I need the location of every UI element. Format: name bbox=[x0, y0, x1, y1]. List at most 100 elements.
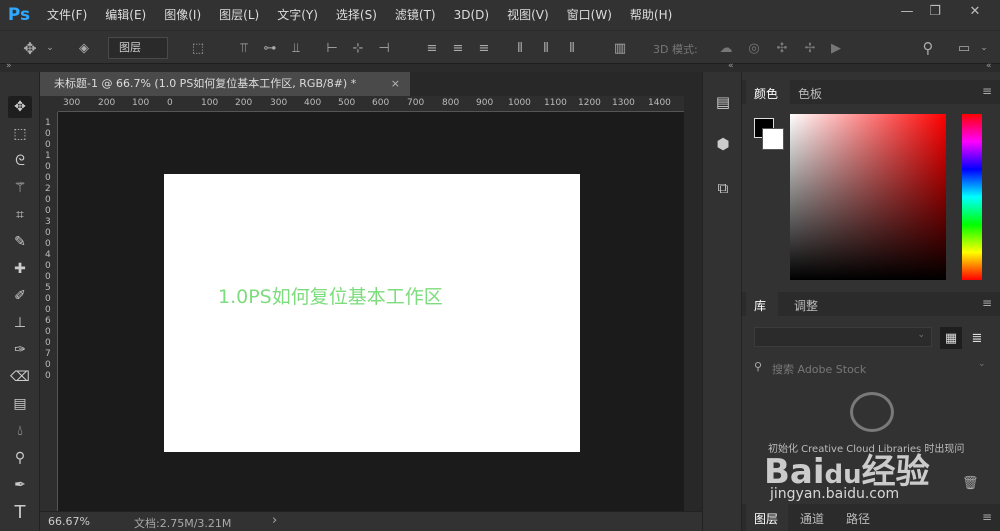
expand-toolbox-icon[interactable]: » bbox=[6, 61, 12, 71]
canvas-text-layer[interactable]: 1.0PS如何复位基本工作区 bbox=[218, 282, 443, 309]
history-panel-icon[interactable]: ▤ bbox=[711, 90, 735, 114]
gradient-tool-icon[interactable]: ▤ bbox=[8, 393, 32, 415]
workspace-chevron-icon[interactable]: ⌄ bbox=[976, 40, 992, 56]
color-field[interactable] bbox=[790, 114, 946, 280]
vertical-ruler[interactable]: 100100200300400500600700 bbox=[40, 112, 58, 511]
eraser-tool-icon[interactable]: ⌫ bbox=[8, 366, 32, 388]
3d-slide-icon[interactable]: ✢ bbox=[802, 40, 818, 56]
menu-edit[interactable]: 编辑(E) bbox=[96, 0, 155, 30]
align-left-icon[interactable]: ⊢ bbox=[324, 40, 340, 56]
library-dropdown[interactable]: ⌄ bbox=[754, 327, 932, 347]
auto-select-icon[interactable]: ◈ bbox=[76, 40, 92, 56]
trash-icon[interactable]: 🗑︎ bbox=[962, 476, 979, 491]
history-brush-tool-icon[interactable]: ✑ bbox=[8, 339, 32, 361]
tab-libraries[interactable]: 库 bbox=[754, 297, 766, 314]
menu-file[interactable]: 文件(F) bbox=[38, 0, 96, 30]
distribute-vcenter-icon[interactable]: ≡ bbox=[450, 40, 466, 56]
document-canvas[interactable]: 1.0PS如何复位基本工作区 bbox=[164, 174, 580, 452]
move-tool-icon[interactable]: ✥ bbox=[8, 96, 32, 118]
workspace-icon[interactable]: ▭ bbox=[956, 40, 972, 56]
clone-stamp-tool-icon[interactable]: ⊥ bbox=[8, 312, 32, 334]
chevron-down-icon[interactable]: ⌄ bbox=[42, 40, 58, 56]
pen-tool-icon[interactable]: ✒ bbox=[8, 474, 32, 496]
3d-rotate-icon[interactable]: ☁ bbox=[718, 40, 734, 56]
distribute-right-icon[interactable]: ⦀ bbox=[564, 40, 580, 56]
ruler-tick: 0 bbox=[45, 239, 51, 249]
align-bottom-icon[interactable]: ⫫ bbox=[288, 40, 304, 56]
tab-swatches[interactable]: 色板 bbox=[798, 85, 822, 102]
align-top-icon[interactable]: ⫪ bbox=[236, 40, 252, 56]
minimize-button[interactable]: — bbox=[892, 0, 922, 22]
tab-color[interactable]: 颜色 bbox=[754, 85, 778, 102]
menu-layer[interactable]: 图层(L) bbox=[210, 0, 268, 30]
menu-type[interactable]: 文字(Y) bbox=[268, 0, 327, 30]
tab-channels[interactable]: 通道 bbox=[800, 510, 824, 527]
grid-view-button[interactable]: ▦ bbox=[940, 327, 962, 349]
lasso-tool-icon[interactable]: ᘓ bbox=[8, 150, 32, 172]
3d-panel-icon[interactable]: ⬢ bbox=[711, 132, 735, 156]
magic-wand-tool-icon[interactable]: ⚚ bbox=[8, 177, 32, 199]
background-color-swatch[interactable] bbox=[762, 128, 784, 150]
horizontal-ruler[interactable]: 300 200 100 0 100 200 300 400 500 600 70… bbox=[58, 96, 684, 112]
tab-layers[interactable]: 图层 bbox=[754, 510, 778, 527]
status-menu-arrow-icon[interactable]: › bbox=[272, 513, 277, 528]
healing-brush-tool-icon[interactable]: ✚ bbox=[8, 258, 32, 280]
auto-select-dropdown[interactable]: 图层 bbox=[108, 37, 168, 59]
properties-panel-icon[interactable]: ⧉ bbox=[711, 176, 735, 200]
eyedropper-tool-icon[interactable]: ✎ bbox=[8, 231, 32, 253]
align-vcenter-icon[interactable]: ⊶ bbox=[262, 40, 278, 56]
menu-bar: Ps 文件(F) 编辑(E) 图像(I) 图层(L) 文字(Y) 选择(S) 滤… bbox=[0, 0, 1000, 30]
brush-tool-icon[interactable]: ✐ bbox=[8, 285, 32, 307]
menu-filter[interactable]: 滤镜(T) bbox=[386, 0, 445, 30]
panel-menu-icon[interactable]: ≡ bbox=[982, 84, 992, 98]
auto-align-icon[interactable]: ▥ bbox=[612, 40, 628, 56]
distribute-hcenter-icon[interactable]: ⦀ bbox=[538, 40, 554, 56]
type-tool-icon[interactable]: T bbox=[8, 501, 32, 523]
zoom-level[interactable]: 66.67% bbox=[48, 515, 90, 528]
tab-adjustments[interactable]: 调整 bbox=[794, 297, 818, 314]
close-window-button[interactable]: ✕ bbox=[960, 0, 990, 22]
chevron-down-icon[interactable]: ⌄ bbox=[978, 359, 986, 369]
menu-window[interactable]: 窗口(W) bbox=[558, 0, 621, 30]
panel-menu-icon[interactable]: ≡ bbox=[982, 296, 992, 310]
marquee-tool-icon[interactable]: ⬚ bbox=[8, 123, 32, 145]
transform-controls-icon[interactable]: ⬚ bbox=[190, 40, 206, 56]
blur-tool-icon[interactable]: 💧︎ bbox=[8, 420, 32, 442]
restore-button[interactable]: ❐ bbox=[920, 0, 950, 22]
dodge-tool-icon[interactable]: ⚲ bbox=[8, 447, 32, 469]
menu-help[interactable]: 帮助(H) bbox=[621, 0, 681, 30]
panel-menu-icon[interactable]: ≡ bbox=[982, 510, 992, 524]
align-right-icon[interactable]: ⊣ bbox=[376, 40, 392, 56]
ruler-corner[interactable] bbox=[40, 96, 58, 112]
distribute-top-icon[interactable]: ≡ bbox=[424, 40, 440, 56]
ruler-tick: 1 bbox=[45, 151, 51, 161]
3d-roll-icon[interactable]: ◎ bbox=[746, 40, 762, 56]
ruler-tick: 7 bbox=[45, 349, 51, 359]
collapse-panels-icon[interactable]: « bbox=[986, 61, 992, 71]
crop-tool-icon[interactable]: ⌗ bbox=[8, 204, 32, 226]
distribute-left-icon[interactable]: ⦀ bbox=[512, 40, 528, 56]
align-hcenter-icon[interactable]: ⊹ bbox=[350, 40, 366, 56]
3d-pan-icon[interactable]: ✣ bbox=[774, 40, 790, 56]
menu-view[interactable]: 视图(V) bbox=[498, 0, 558, 30]
document-tab[interactable]: 未标题-1 @ 66.7% (1.0 PS如何复位基本工作区, RGB/8#) … bbox=[40, 72, 410, 96]
list-view-button[interactable]: ≣ bbox=[966, 327, 988, 349]
stock-search-input[interactable]: 搜索 Adobe Stock bbox=[772, 361, 866, 377]
ruler-tick: 900 bbox=[476, 98, 494, 108]
3d-scale-icon[interactable]: ▶ bbox=[828, 40, 844, 56]
collapse-mid-icon[interactable]: « bbox=[728, 61, 734, 71]
ruler-tick: 0 bbox=[45, 327, 51, 337]
ruler-tick: 100 bbox=[201, 98, 219, 108]
cc-libraries-icon bbox=[850, 392, 894, 432]
menu-3d[interactable]: 3D(D) bbox=[445, 0, 498, 30]
menu-select[interactable]: 选择(S) bbox=[327, 0, 386, 30]
menu-image[interactable]: 图像(I) bbox=[155, 0, 210, 30]
move-tool-icon[interactable]: ✥ bbox=[22, 39, 38, 58]
ruler-tick: 1200 bbox=[578, 98, 601, 108]
right-panel-dock: 颜色 色板 ≡ 库 调整 ≡ ⌄ ▦ ≣ ⚲ 搜索 Adobe Stock ⌄ … bbox=[742, 72, 1000, 531]
distribute-bottom-icon[interactable]: ≡ bbox=[476, 40, 492, 56]
hue-slider[interactable] bbox=[962, 114, 982, 280]
close-tab-icon[interactable]: × bbox=[391, 72, 400, 96]
tab-paths[interactable]: 路径 bbox=[846, 510, 870, 527]
search-icon[interactable]: ⚲ bbox=[920, 39, 936, 57]
